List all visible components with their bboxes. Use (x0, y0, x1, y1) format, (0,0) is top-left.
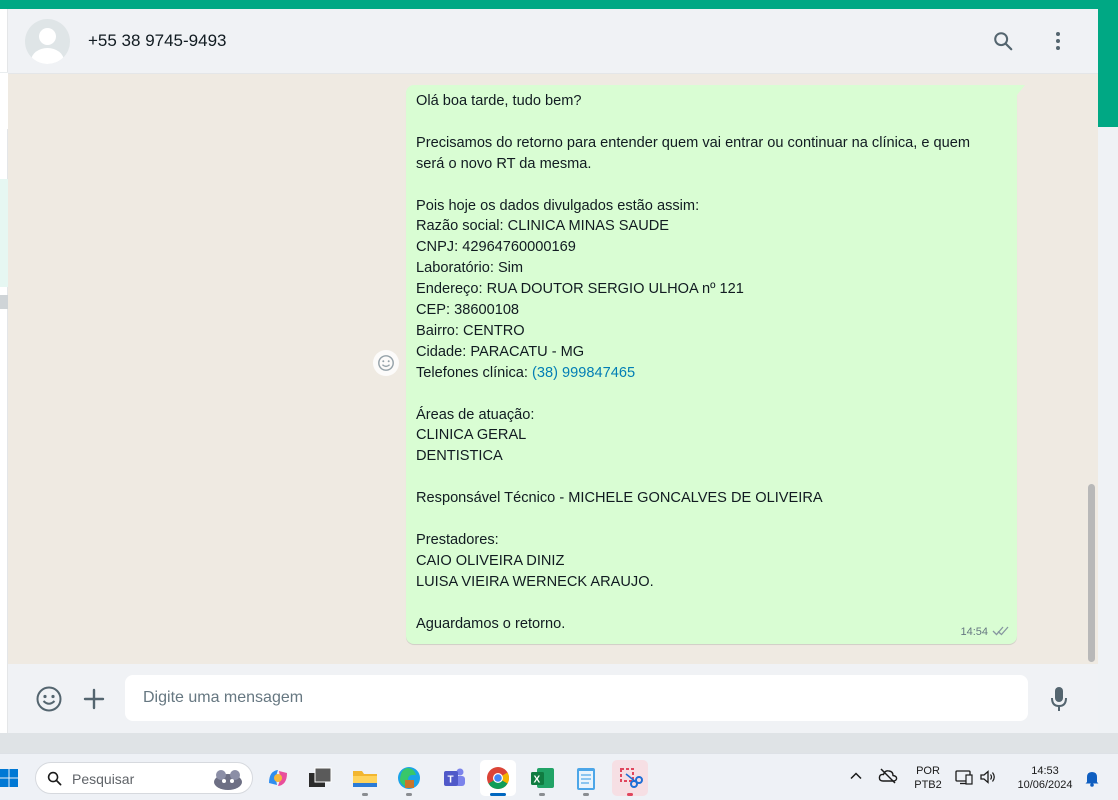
message-line: DENTISTICA (416, 448, 503, 465)
taskbar-search[interactable]: Pesquisar (35, 762, 253, 794)
phone-link[interactable]: (38) 999847465 (532, 365, 635, 381)
phone-line: Telefones clínica: (38) 999847465 (416, 363, 1011, 384)
input-language[interactable]: POR PTB2 (910, 764, 946, 792)
message-line (416, 384, 1011, 405)
react-emoji-icon[interactable] (373, 350, 399, 376)
excel-icon[interactable]: X (524, 760, 560, 796)
terminal-icon[interactable] (302, 760, 338, 796)
window-top-accent (0, 0, 1118, 9)
message-line (416, 593, 1011, 614)
search-icon[interactable] (990, 28, 1016, 54)
message-line: CEP: 38600108 (416, 302, 520, 319)
bubble-tail (1017, 85, 1025, 95)
chat-scrollbar[interactable] (1088, 484, 1095, 662)
chat-header: +55 38 9745-9493 (8, 9, 1098, 74)
message-line: CLINICA GERAL (416, 427, 527, 444)
right-accent-bar (1098, 9, 1118, 127)
double-check-icon (992, 625, 1009, 639)
message-time: 14:54 (960, 626, 988, 638)
app-indicator (406, 793, 412, 796)
avatar-head (39, 28, 56, 45)
message-line: Cidade: PARACATU - MG (416, 343, 585, 360)
avatar-body (31, 48, 64, 64)
avatar[interactable] (25, 19, 70, 64)
message-line (416, 175, 1011, 196)
message-line: Pois hoje os dados divulgados estão assi… (416, 197, 700, 214)
clock-date: 10/06/2024 (1017, 779, 1073, 791)
message-line: será o novo RT da mesma. (416, 155, 592, 172)
notification-bell-icon[interactable] (1084, 769, 1100, 792)
message-line: Olá boa tarde, tudo bem? (416, 93, 582, 109)
message-line: Responsável Técnico - MICHELE GONCALVES … (416, 490, 823, 507)
svg-text:X: X (534, 775, 541, 786)
app-indicator (490, 793, 506, 796)
snipping-tool-icon[interactable] (612, 760, 648, 796)
chat-list-item-selected-edge[interactable] (0, 179, 8, 287)
message-text: Olá boa tarde, tudo bem? Precisamos do r… (416, 91, 1011, 634)
message-line: Prestadores: (416, 531, 499, 548)
notepad-icon[interactable] (568, 760, 604, 796)
cloud-offline-icon[interactable] (878, 768, 898, 789)
microphone-icon[interactable] (1044, 684, 1074, 714)
edge-icon[interactable] (391, 760, 427, 796)
message-line: Áreas de atuação: (416, 406, 535, 423)
message-line: Laboratório: Sim (416, 260, 524, 277)
phone-label: Telefones clínica: (416, 364, 533, 381)
message-line (416, 467, 1011, 488)
message-line: Aguardamos o retorno. (416, 615, 566, 632)
chat-list-scroll-edge (0, 295, 8, 309)
network-icon[interactable] (955, 769, 973, 790)
chat-list-edge (0, 9, 8, 733)
search-label: Pesquisar (72, 771, 135, 787)
app-indicator (362, 793, 368, 796)
right-gutter (1098, 127, 1118, 733)
search-icon (47, 771, 62, 786)
file-explorer-icon[interactable] (347, 760, 383, 796)
copilot-icon[interactable] (260, 760, 296, 796)
chat-list-item-edge[interactable] (0, 72, 8, 129)
clock[interactable]: 14:53 10/06/2024 (1008, 764, 1082, 792)
menu-icon[interactable] (1045, 28, 1071, 54)
message-line: Bairro: CENTRO (416, 322, 525, 339)
message-meta: 14:54 (960, 625, 1009, 639)
message-line: LUISA VIEIRA WERNECK ARAUJO. (416, 573, 654, 590)
clock-time: 14:53 (1031, 765, 1059, 777)
message-line: Razão social: CLINICA MINAS SAUDE (416, 218, 670, 235)
message-line: CAIO OLIVEIRA DINIZ (416, 552, 565, 569)
message-line: CNPJ: 42964760000169 (416, 239, 576, 256)
windows-taskbar: Pesquisar T X POR PTB2 14:53 10/06/2024 (0, 753, 1118, 800)
message-line: Precisamos do retorno para entender quem… (416, 134, 971, 151)
svg-text:T: T (448, 775, 454, 786)
attach-plus-icon[interactable] (79, 684, 109, 714)
outgoing-message-bubble[interactable]: Olá boa tarde, tudo bem? Precisamos do r… (406, 85, 1017, 644)
message-line (416, 112, 1011, 133)
windows-start-icon[interactable] (0, 760, 27, 796)
chat-messages-area: Olá boa tarde, tudo bem? Precisamos do r… (8, 74, 1098, 664)
teams-icon[interactable]: T (436, 760, 472, 796)
language-code: POR (916, 765, 940, 777)
chrome-icon[interactable] (480, 760, 516, 796)
message-line: Endereço: RUA DOUTOR SERGIO ULHOA nº 121 (416, 281, 744, 298)
app-indicator (627, 793, 633, 796)
contact-name[interactable]: +55 38 9745-9493 (88, 31, 227, 51)
emoji-icon[interactable] (34, 684, 64, 714)
message-composer (8, 664, 1098, 733)
app-indicator (539, 793, 545, 796)
message-input[interactable] (125, 675, 1028, 721)
message-line (416, 509, 1011, 530)
app-indicator (583, 793, 589, 796)
chevron-up-icon[interactable] (849, 769, 863, 788)
volume-icon[interactable] (979, 769, 997, 790)
search-highlight-icon (214, 770, 242, 790)
keyboard-layout: PTB2 (914, 779, 942, 791)
